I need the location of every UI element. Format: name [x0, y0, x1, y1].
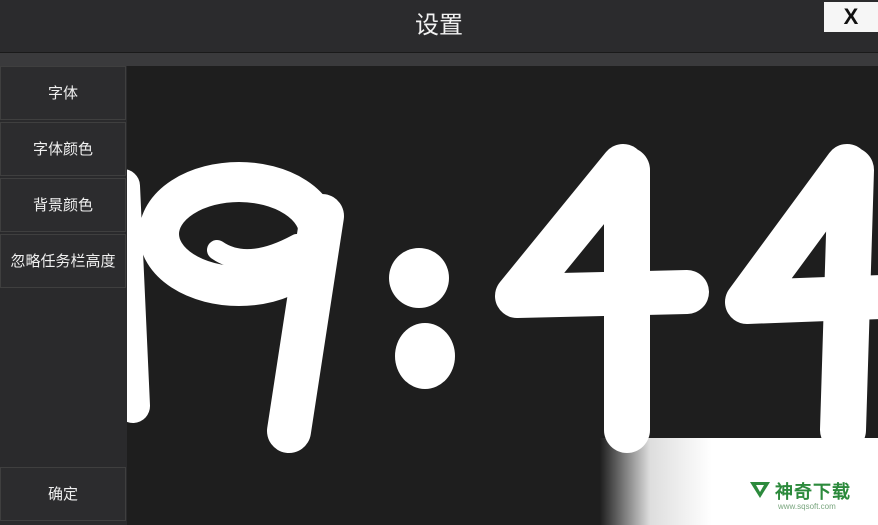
- watermark-brand: 神奇下载: [775, 482, 851, 503]
- menu-item-font-color[interactable]: 字体颜色: [0, 122, 126, 176]
- settings-window: 设置 X 字体 字体颜色 背景颜色 忽略任务栏高度 确定 神奇下载 www.sq…: [0, 0, 878, 525]
- confirm-button[interactable]: 确定: [0, 467, 126, 521]
- download-logo-icon: [750, 482, 770, 498]
- watermark-url: www.sqsoft.com: [778, 502, 836, 511]
- colon-dot-bottom: [395, 323, 455, 389]
- window-title: 设置: [415, 11, 463, 39]
- watermark: 神奇下载 www.sqsoft.com: [600, 438, 878, 525]
- title-separator: [0, 53, 878, 66]
- digit-four-b-stem: [820, 147, 874, 453]
- title-bar: 设置 X: [0, 0, 878, 53]
- close-button[interactable]: X: [824, 2, 878, 32]
- digit-one-stroke: [127, 169, 150, 423]
- colon-dot-top: [389, 248, 449, 308]
- menu-item-font[interactable]: 字体: [0, 66, 126, 120]
- menu-item-ignore-taskbar-height[interactable]: 忽略任务栏高度: [0, 234, 126, 288]
- digit-four-a-body: [495, 144, 709, 318]
- menu-item-background-color[interactable]: 背景颜色: [0, 178, 126, 232]
- settings-sidebar: 字体 字体颜色 背景颜色 忽略任务栏高度 确定: [0, 66, 128, 525]
